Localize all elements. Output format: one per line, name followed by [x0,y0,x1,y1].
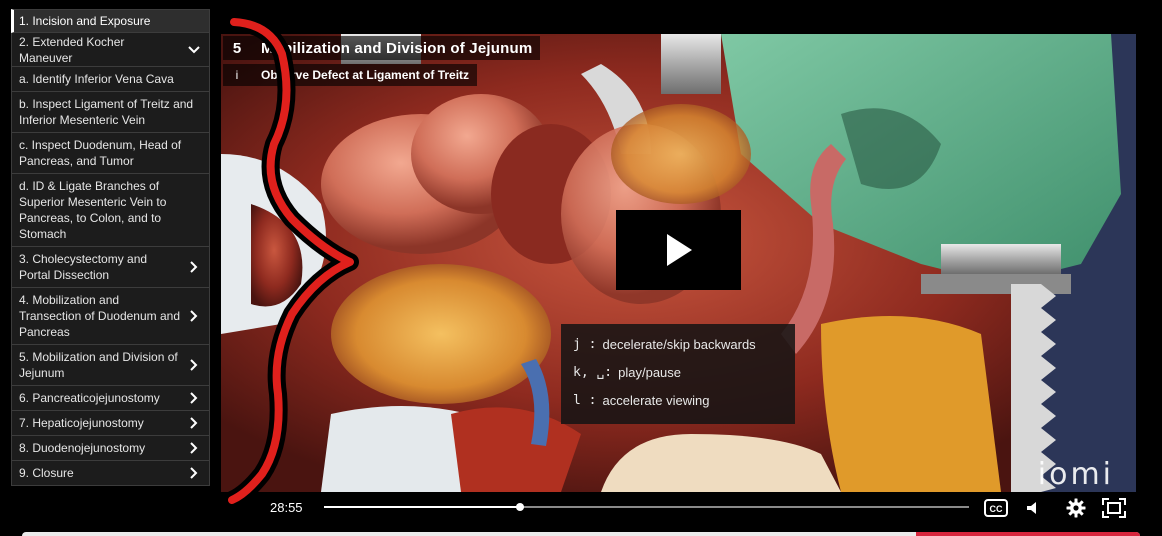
chapter-item[interactable]: 2. Extended Kocher Maneuver [11,33,210,67]
iomi-watermark: iomi [1037,457,1114,492]
keyboard-shortcuts-help: j : decelerate/skip backwards k, ␣: play… [561,324,795,424]
chevron-right-icon[interactable] [187,391,201,405]
chapter-item[interactable]: 4. Mobilization and Transection of Duode… [11,288,210,345]
volume-icon[interactable] [1020,496,1046,520]
shortcut-desc: decelerate/skip backwards [602,336,756,352]
player-controls: 28:55 CC [221,494,1136,522]
chevron-right-icon[interactable] [187,416,201,430]
chapter-label: 4. Mobilization and Transection of Duode… [19,293,180,339]
chapter-label: 8. Duodenojejunostomy [19,441,146,455]
shortcut-row: k, ␣: play/pause [573,358,795,386]
chevron-right-icon[interactable] [187,441,201,455]
chapter-label: c. Inspect Duodenum, Head of Pancreas, a… [19,138,182,168]
subchapter-number: i [235,68,239,82]
shortcut-key: j : [573,336,597,352]
settings-gear-icon[interactable] [1063,496,1089,520]
chapter-label: 9. Closure [19,466,74,480]
chapter-item[interactable]: 3. Cholecystectomy and Portal Dissection [11,247,210,288]
svg-text:CC: CC [990,504,1003,514]
chevron-right-icon[interactable] [187,358,201,372]
chapter-label: 1. Incision and Exposure [19,14,151,28]
shortcut-desc: play/pause [618,364,682,380]
chapter-label: d. ID & Ligate Branches of Superior Mese… [19,179,167,241]
shortcut-key: k, ␣: [573,364,613,380]
play-icon [666,234,692,266]
chapter-item[interactable]: 7. Hepaticojejunostomy [11,411,210,436]
play-button[interactable] [616,210,741,290]
chapter-label: 7. Hepaticojejunostomy [19,416,144,430]
page-bottom-edge [22,532,1140,536]
progress-bar[interactable] [324,503,969,511]
chapter-item[interactable]: 8. Duodenojejunostomy [11,436,210,461]
shortcut-key: l : [573,392,597,408]
chapter-label: 6. Pancreaticojejunostomy [19,391,160,405]
progress-handle[interactable] [516,503,525,511]
chapter-item[interactable]: 6. Pancreaticojejunostomy [11,386,210,411]
chevron-down-icon[interactable] [187,43,201,57]
shortcut-row: j : decelerate/skip backwards [573,330,795,358]
current-time: 28:55 [270,500,303,515]
chevron-right-icon[interactable] [187,260,201,274]
chapter-label: 3. Cholecystectomy and Portal Dissection [19,252,148,282]
chapter-item[interactable]: 1. Incision and Exposure [11,9,210,33]
chapter-label: a. Identify Inferior Vena Cava [19,72,174,86]
shortcut-desc: accelerate viewing [602,392,710,408]
chapter-label: 5. Mobilization and Division of Jejunum [19,350,178,380]
chapter-label: b. Inspect Ligament of Treitz and Inferi… [19,97,194,127]
chapter-sidebar: 1. Incision and Exposure 2. Extended Koch… [11,9,210,486]
chapter-item[interactable]: b. Inspect Ligament of Treitz and Inferi… [11,92,210,133]
video-player[interactable]: 5 Mobilization and Division of Jejunum i… [221,34,1136,492]
fullscreen-icon[interactable] [1101,496,1127,520]
progress-fill [324,506,521,508]
chevron-right-icon[interactable] [187,466,201,480]
chapter-item[interactable]: a. Identify Inferior Vena Cava [11,67,210,92]
chapter-item[interactable]: d. ID & Ligate Branches of Superior Mese… [11,174,210,247]
chapter-number: 5 [232,39,242,57]
chapter-overlay: 5 Mobilization and Division of Jejunum [223,36,541,60]
closed-captions-icon[interactable]: CC [983,496,1009,520]
chapter-item[interactable]: 5. Mobilization and Division of Jejunum [11,345,210,386]
chapter-label: 2. Extended Kocher Maneuver [19,34,125,65]
chapter-item[interactable]: 9. Closure [11,461,210,486]
chevron-right-icon[interactable] [187,309,201,323]
chapter-title: Mobilization and Division of Jejunum [261,39,533,57]
accent-strip [916,532,1140,536]
chapter-item[interactable]: c. Inspect Duodenum, Head of Pancreas, a… [11,133,210,174]
shortcut-row: l : accelerate viewing [573,386,795,414]
subchapter-title: Observe Defect at Ligament of Treitz [261,68,470,82]
subchapter-overlay: i Observe Defect at Ligament of Treitz [223,64,478,86]
